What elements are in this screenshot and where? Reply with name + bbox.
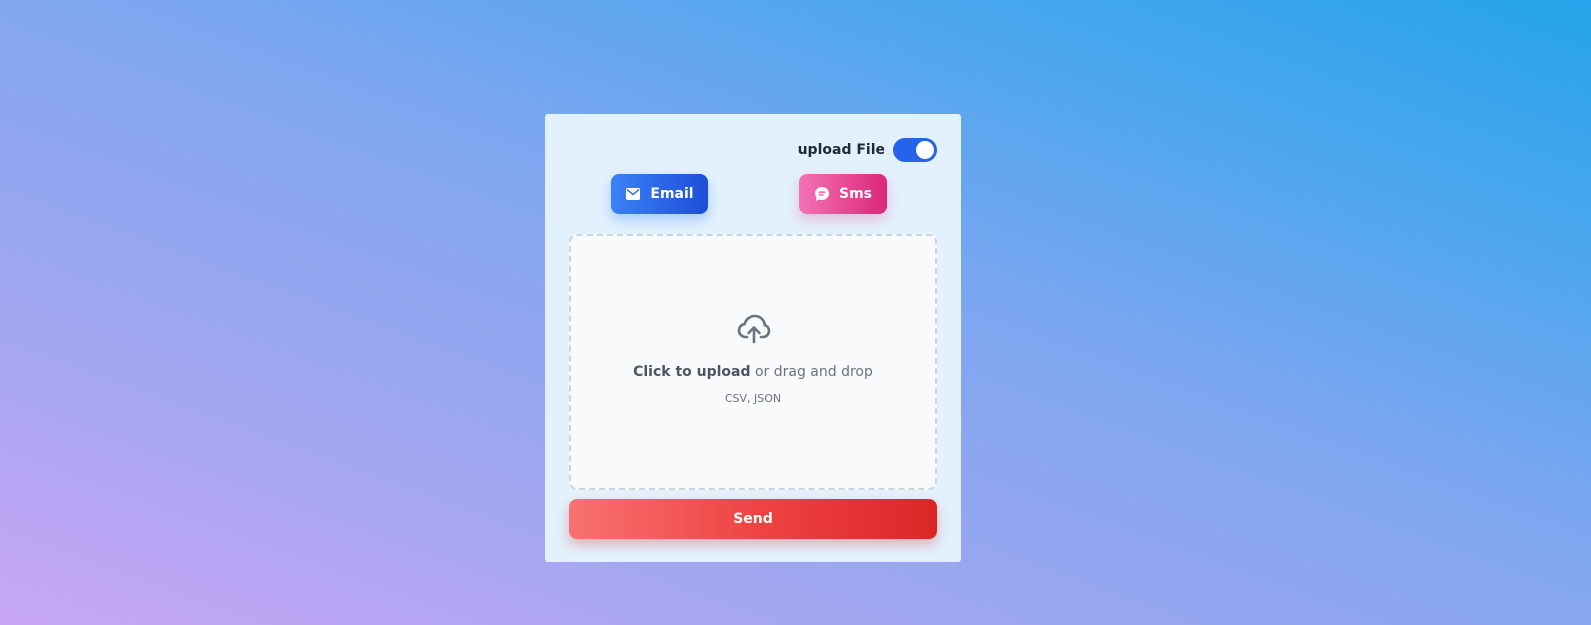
sms-button-label: Sms	[838, 186, 872, 202]
upload-card: upload File Email Sms Click to upload or…	[545, 114, 961, 562]
upload-file-toggle-row: upload File	[798, 138, 937, 162]
switch-knob	[916, 141, 934, 159]
upload-file-label: upload File	[797, 142, 885, 158]
sms-button[interactable]: Sms	[799, 174, 887, 214]
email-button[interactable]: Email	[611, 174, 708, 214]
email-button-label: Email	[650, 186, 694, 202]
send-button-label: Send	[733, 511, 773, 527]
click-to-upload-text: Click to upload	[633, 364, 751, 380]
send-button[interactable]: Send	[569, 499, 937, 539]
dropzone-instructions: Click to upload or drag and drop	[571, 364, 935, 380]
chat-bubble-icon	[814, 186, 830, 202]
upload-file-switch[interactable]	[893, 138, 937, 162]
envelope-icon	[625, 186, 641, 202]
file-dropzone[interactable]: Click to upload or drag and drop CSV, JS…	[569, 234, 937, 490]
accepted-formats: CSV, JSON	[724, 392, 782, 405]
drag-drop-text: or drag and drop	[750, 364, 873, 380]
cloud-upload-icon	[737, 314, 771, 344]
